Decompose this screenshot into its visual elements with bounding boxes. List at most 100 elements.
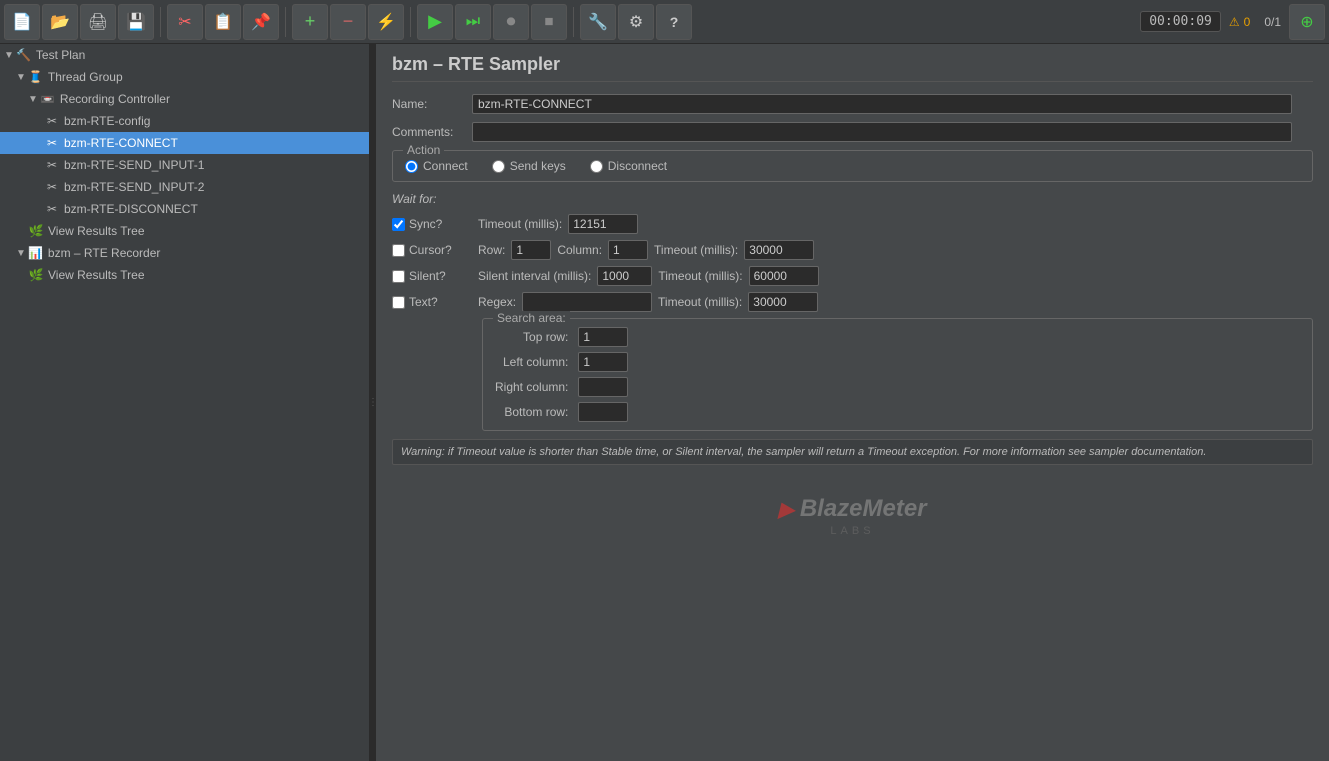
- recorder-icon: 📊: [28, 245, 44, 261]
- sidebar-item-bzm-rte-disconnect[interactable]: ✂ bzm-RTE-DISCONNECT: [0, 198, 369, 220]
- cursor-col-input[interactable]: [608, 240, 648, 260]
- silent-interval-input[interactable]: [597, 266, 652, 286]
- text-timeout-label: Timeout (millis):: [658, 295, 742, 309]
- silent-checkbox-label[interactable]: Silent?: [392, 269, 472, 283]
- start-button[interactable]: ▶: [417, 4, 453, 40]
- sidebar-item-label: bzm-RTE-CONNECT: [64, 136, 365, 150]
- cursor-checkbox[interactable]: [392, 244, 405, 257]
- new-button[interactable]: 📄: [4, 4, 40, 40]
- sidebar-item-label: Thread Group: [48, 70, 365, 84]
- counter: 0/1: [1258, 13, 1287, 31]
- disconnect-label: Disconnect: [608, 159, 667, 173]
- text-timeout-input[interactable]: [748, 292, 818, 312]
- sidebar-item-bzm-rte-config[interactable]: ✂ bzm-RTE-config: [0, 110, 369, 132]
- cursor-timeout-input[interactable]: [744, 240, 814, 260]
- action-disconnect[interactable]: Disconnect: [590, 159, 667, 173]
- right-col-input[interactable]: [578, 377, 628, 397]
- left-col-label: Left column:: [495, 355, 568, 369]
- sync-timeout-input[interactable]: [568, 214, 638, 234]
- toggle-button[interactable]: ⚡: [368, 4, 404, 40]
- cursor-timeout-label: Timeout (millis):: [654, 243, 738, 257]
- text-checkbox[interactable]: [392, 296, 405, 309]
- listener-icon: 🌿: [28, 267, 44, 283]
- name-row: Name:: [392, 94, 1313, 114]
- action-group-title: Action: [403, 143, 444, 157]
- print-button[interactable]: 🖨: [80, 4, 116, 40]
- silent-timeout-input[interactable]: [749, 266, 819, 286]
- add-remote-button[interactable]: ⊕: [1289, 4, 1325, 40]
- settings-button[interactable]: ⚙: [618, 4, 654, 40]
- text-checkbox-label[interactable]: Text?: [392, 295, 472, 309]
- bottom-row-input[interactable]: [578, 402, 628, 422]
- cursor-row-input[interactable]: [511, 240, 551, 260]
- wait-for-section: Wait for: Sync? Timeout (millis): Cursor…: [392, 192, 1313, 465]
- remove-button[interactable]: −: [330, 4, 366, 40]
- send-keys-radio[interactable]: [492, 160, 505, 173]
- arrow-icon: ▼: [28, 94, 38, 105]
- action-radio-group: Connect Send keys Disconnect: [405, 159, 1300, 173]
- open-button[interactable]: 📂: [42, 4, 78, 40]
- logo-sub: LABS: [778, 525, 926, 537]
- action-connect[interactable]: Connect: [405, 159, 468, 173]
- logo-text: BlazeMeter: [800, 495, 927, 523]
- warning-icon: ⚠: [1229, 15, 1240, 29]
- help-button[interactable]: ?: [656, 4, 692, 40]
- name-label: Name:: [392, 97, 472, 111]
- left-col-input[interactable]: [578, 352, 628, 372]
- sidebar-item-test-plan[interactable]: ▼ 🔨 Test Plan: [0, 44, 369, 66]
- top-row-input[interactable]: [578, 327, 628, 347]
- comments-input[interactable]: [472, 122, 1292, 142]
- cursor-checkbox-label[interactable]: Cursor?: [392, 243, 472, 257]
- sidebar-item-label: bzm-RTE-SEND_INPUT-2: [64, 180, 365, 194]
- text-label: Text?: [409, 295, 438, 309]
- action-send-keys[interactable]: Send keys: [492, 159, 566, 173]
- cursor-label: Cursor?: [409, 243, 452, 257]
- sidebar-item-bzm-rte-connect[interactable]: ✂ bzm-RTE-CONNECT: [0, 132, 369, 154]
- stop-now-button[interactable]: ⏹: [531, 4, 567, 40]
- sidebar-item-label: Test Plan: [36, 48, 365, 62]
- warning-text: Warning: if Timeout value is shorter tha…: [392, 439, 1313, 465]
- silent-checkbox[interactable]: [392, 270, 405, 283]
- name-input[interactable]: [472, 94, 1292, 114]
- connect-radio[interactable]: [405, 160, 418, 173]
- add-button[interactable]: +: [292, 4, 328, 40]
- cursor-row-label: Row:: [478, 243, 505, 257]
- sidebar-item-recording-controller[interactable]: ▼ 📼 Recording Controller: [0, 88, 369, 110]
- sampler-panel: bzm – RTE Sampler Name: Comments: Action…: [376, 44, 1329, 475]
- tools-button[interactable]: 🔧: [580, 4, 616, 40]
- text-regex-label: Regex:: [478, 295, 516, 309]
- start-no-pause-button[interactable]: ⏭: [455, 4, 491, 40]
- sync-checkbox[interactable]: [392, 218, 405, 231]
- sidebar-item-view-results-tree-2[interactable]: 🌿 View Results Tree: [0, 264, 369, 286]
- sidebar-item-bzm-rte-send-input-2[interactable]: ✂ bzm-RTE-SEND_INPUT-2: [0, 176, 369, 198]
- sampler-icon: ✂: [44, 179, 60, 195]
- silent-label: Silent?: [409, 269, 446, 283]
- wait-for-title: Wait for:: [392, 192, 1313, 206]
- copy-button[interactable]: 📋: [205, 4, 241, 40]
- sync-checkbox-label[interactable]: Sync?: [392, 217, 472, 231]
- stop-button[interactable]: ⏺: [493, 4, 529, 40]
- action-group: Action Connect Send keys Disconnect: [392, 150, 1313, 182]
- warning-indicator: ⚠ 0: [1223, 13, 1256, 31]
- sidebar-item-bzm-rte-send-input-1[interactable]: ✂ bzm-RTE-SEND_INPUT-1: [0, 154, 369, 176]
- sep2: [285, 7, 286, 37]
- sidebar-item-thread-group[interactable]: ▼ 🧵 Thread Group: [0, 66, 369, 88]
- text-regex-input[interactable]: [522, 292, 652, 312]
- search-area-title: Search area:: [493, 311, 570, 325]
- config-icon: ✂: [44, 113, 60, 129]
- sidebar-item-label: bzm-RTE-config: [64, 114, 365, 128]
- sidebar-item-view-results-tree-1[interactable]: 🌿 View Results Tree: [0, 220, 369, 242]
- panel-title: bzm – RTE Sampler: [392, 54, 1313, 82]
- sidebar-item-label: bzm-RTE-DISCONNECT: [64, 202, 365, 216]
- cut-button[interactable]: ✂: [167, 4, 203, 40]
- comments-label: Comments:: [392, 125, 472, 139]
- save-button[interactable]: 💾: [118, 4, 154, 40]
- paste-button[interactable]: 📌: [243, 4, 279, 40]
- thread-group-icon: 🧵: [28, 69, 44, 85]
- sidebar-item-bzm-rte-recorder[interactable]: ▼ 📊 bzm – RTE Recorder: [0, 242, 369, 264]
- text-row: Text? Regex: Timeout (millis):: [392, 292, 1313, 312]
- sync-row: Sync? Timeout (millis):: [392, 214, 1313, 234]
- right-col-label: Right column:: [495, 380, 568, 394]
- sidebar: ▼ 🔨 Test Plan ▼ 🧵 Thread Group ▼ 📼 Recor…: [0, 44, 370, 761]
- disconnect-radio[interactable]: [590, 160, 603, 173]
